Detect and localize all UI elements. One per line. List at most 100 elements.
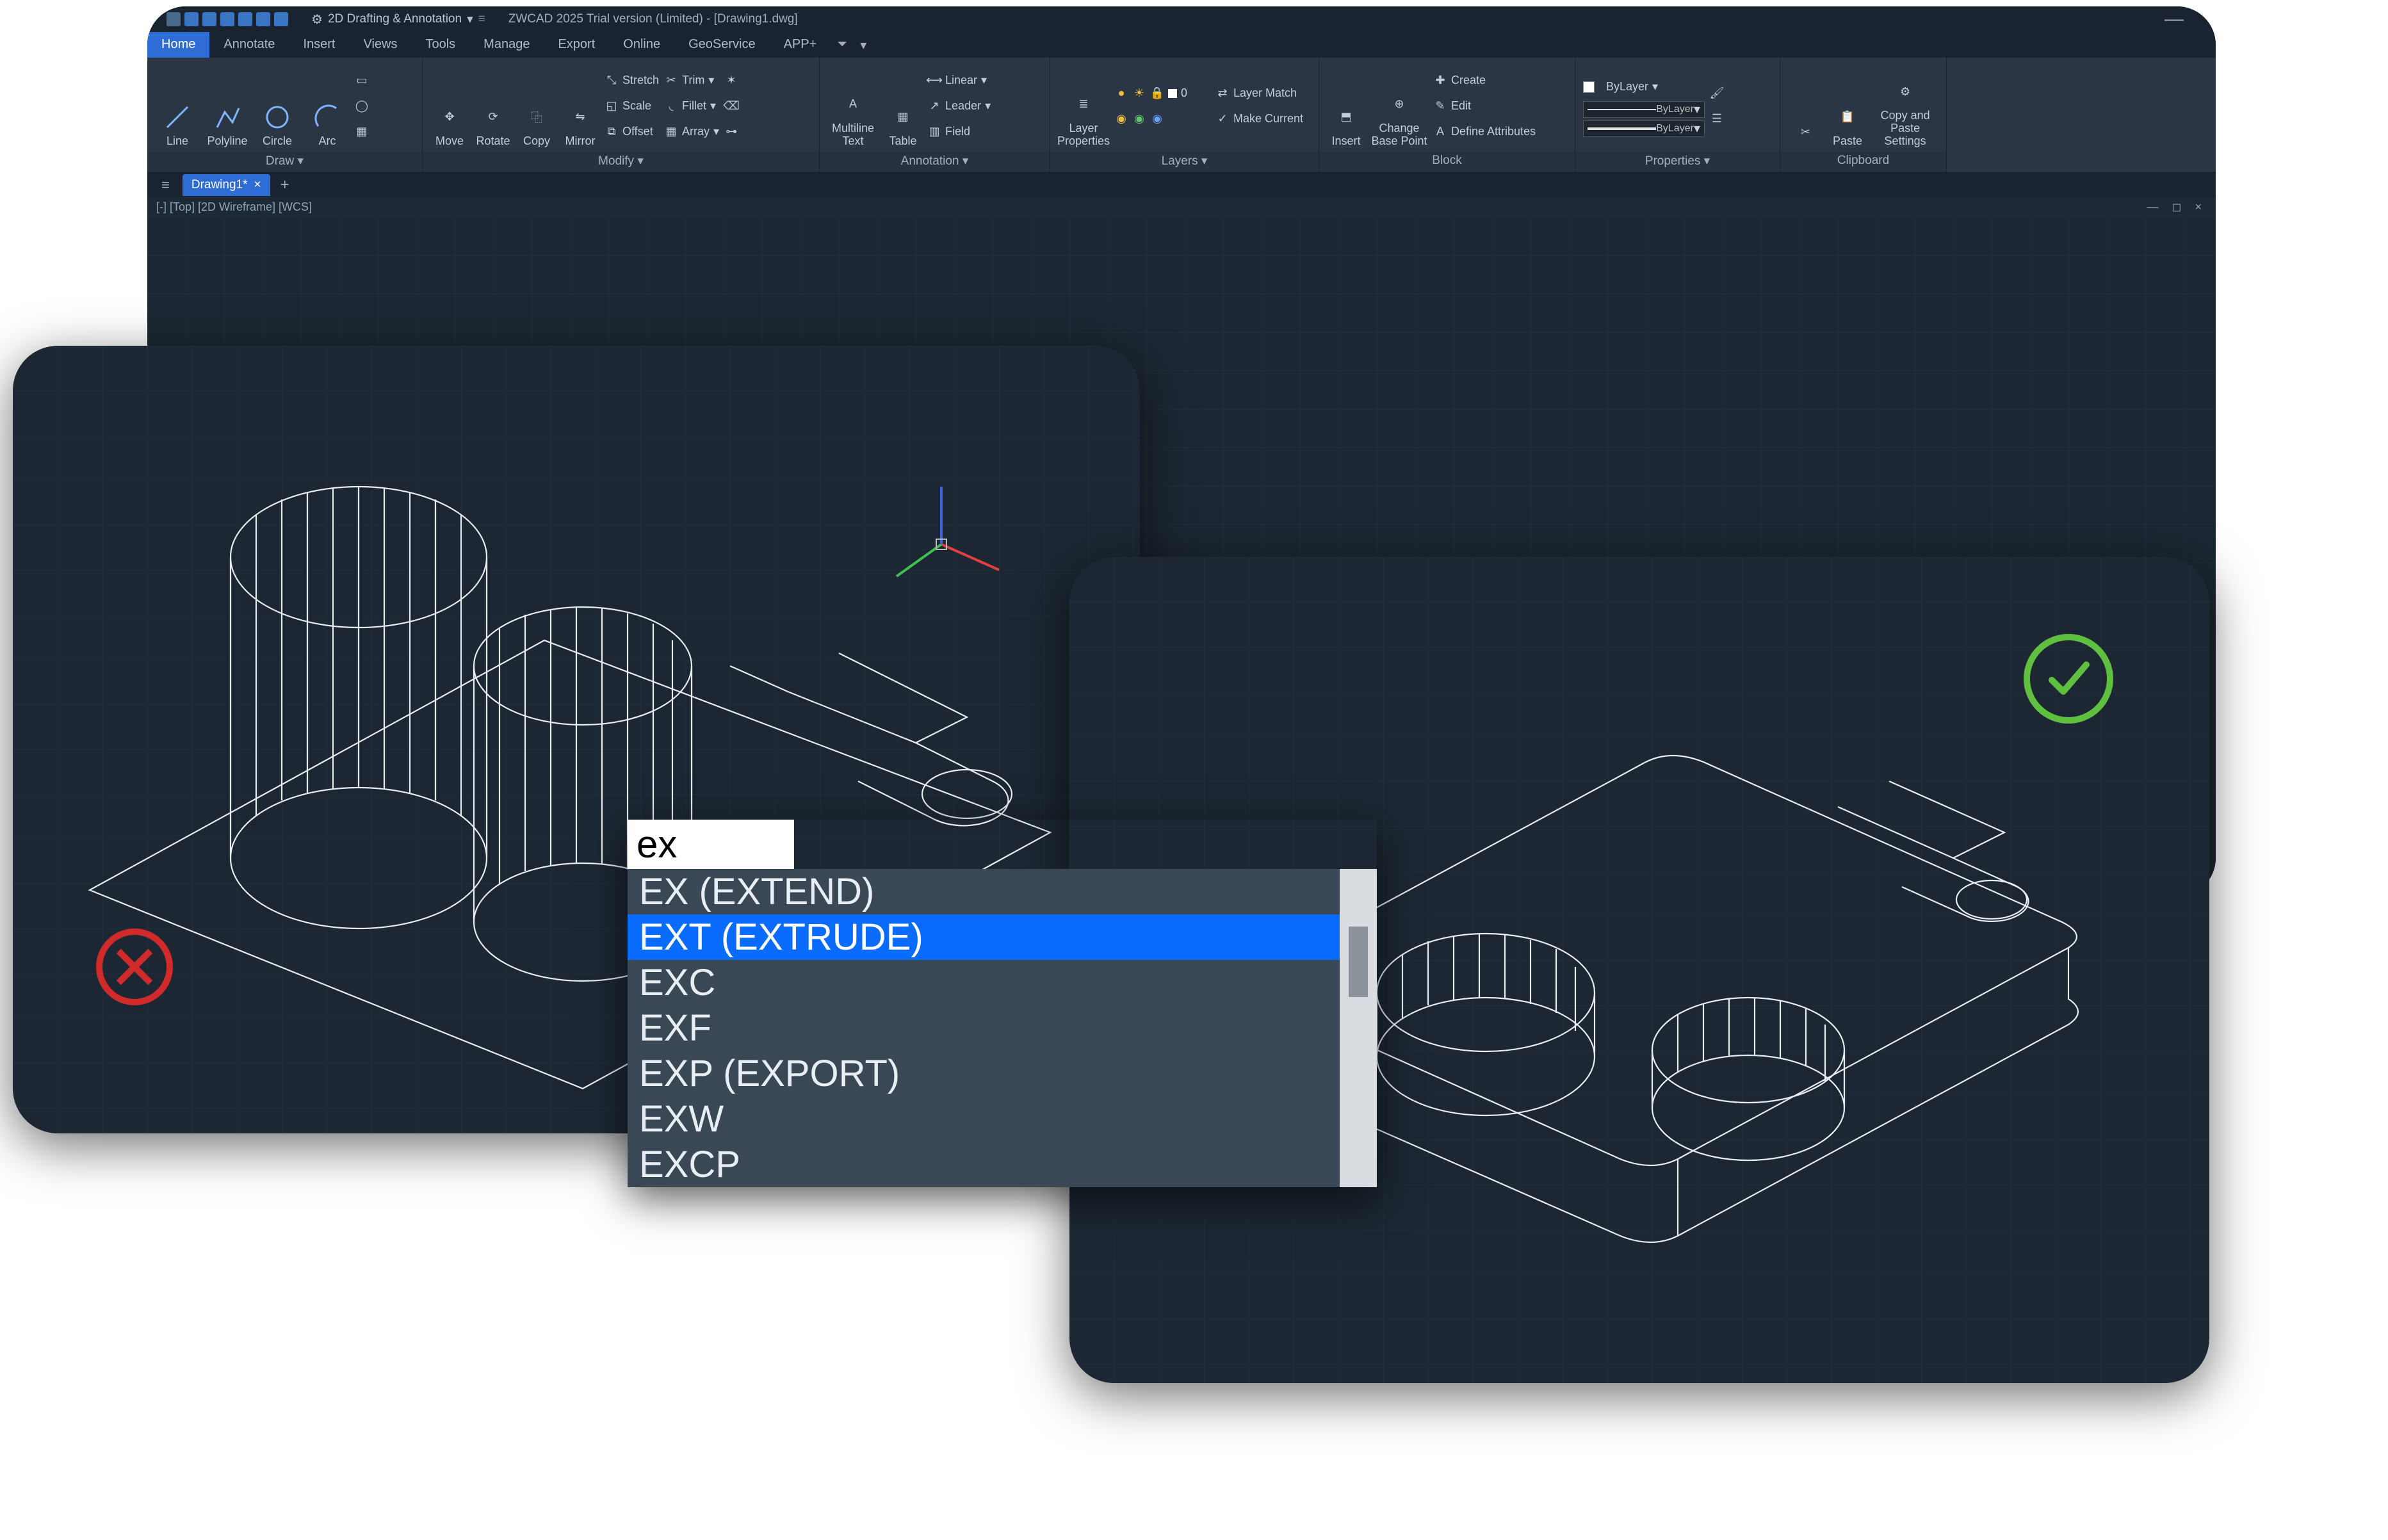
arc-icon xyxy=(312,102,343,133)
draw-extra2-button[interactable]: ◯ xyxy=(355,95,369,118)
layer-dropdown[interactable]: ● ☀ 🔒 0 xyxy=(1114,82,1210,105)
leader-button[interactable]: ↗Leader ▾ xyxy=(927,95,991,118)
match-props-button[interactable]: 🖌 xyxy=(1710,82,1724,105)
workspace-selector[interactable]: ⚙ 2D Drafting & Annotation ▾ ≡ xyxy=(311,12,485,28)
cmd-suggestion[interactable]: EXF xyxy=(628,1005,1340,1051)
modify-extra2-button[interactable]: ⌫ xyxy=(724,95,738,118)
tab-tools[interactable]: Tools xyxy=(411,32,469,58)
cut-button[interactable]: ✂ xyxy=(1788,65,1823,148)
change-basepoint-button[interactable]: ⊕Change Base Point xyxy=(1370,65,1428,148)
minimize-button[interactable]: — xyxy=(2165,8,2197,30)
list-props-button[interactable]: ☰ xyxy=(1710,108,1724,131)
layerprops-button[interactable]: ≣Layer Properties xyxy=(1058,65,1109,148)
linear-button[interactable]: ⟷Linear ▾ xyxy=(927,69,991,92)
circle-button[interactable]: Circle xyxy=(255,65,300,148)
arc-button[interactable]: Arc xyxy=(305,65,350,148)
modify-extra1-button[interactable]: ✶ xyxy=(724,69,738,92)
erase-icon: ⌫ xyxy=(724,99,738,113)
tab-manage[interactable]: Manage xyxy=(469,32,544,58)
insert-button[interactable]: ⬒Insert xyxy=(1327,65,1365,148)
move-button[interactable]: ✥Move xyxy=(430,65,469,148)
doc-tab-drawing1[interactable]: Drawing1* × xyxy=(183,174,270,196)
color-dropdown[interactable]: ByLayer ▾ xyxy=(1583,76,1705,99)
doc-menu-icon[interactable]: ≡ xyxy=(154,177,177,193)
paste-icon: 📋 xyxy=(1832,102,1863,133)
command-input[interactable]: ex xyxy=(628,820,794,869)
polyline-button[interactable]: Polyline xyxy=(205,65,250,148)
offset-icon: ⧉ xyxy=(605,125,619,139)
scrollbar-thumb[interactable] xyxy=(1349,927,1368,997)
copy-button[interactable]: ⿻Copy xyxy=(517,65,556,148)
tab-insert[interactable]: Insert xyxy=(289,32,349,58)
line-icon xyxy=(162,102,193,133)
tab-views[interactable]: Views xyxy=(349,32,411,58)
tab-online[interactable]: Online xyxy=(609,32,674,58)
trim-icon: ✂ xyxy=(664,74,678,88)
panel-layers: ≣Layer Properties ● ☀ 🔒 0 ◉ ◉ ◉ xyxy=(1050,58,1319,172)
tab-annotate[interactable]: Annotate xyxy=(209,32,289,58)
close-tab-icon[interactable]: × xyxy=(254,178,261,192)
sun-icon: ☀ xyxy=(1132,86,1146,101)
viewport-controls[interactable]: — ◻ × xyxy=(2147,200,2207,214)
cmd-suggestion[interactable]: EXCP xyxy=(628,1142,1340,1187)
ribbon-tabs: Home Annotate Insert Views Tools Manage … xyxy=(147,32,2216,58)
offset-button[interactable]: ⧉Offset xyxy=(605,120,659,143)
block-create-button[interactable]: ✚Create xyxy=(1433,69,1536,92)
qat-redo-icon[interactable] xyxy=(274,12,288,26)
stretch-button[interactable]: ⤡Stretch xyxy=(605,69,659,92)
tab-home[interactable]: Home xyxy=(147,32,209,58)
paste-button[interactable]: 📋Paste xyxy=(1828,65,1867,148)
join-icon: ⊶ xyxy=(724,125,738,139)
mtext-button[interactable]: AMultiline Text xyxy=(827,65,879,148)
chevron-down-icon: ▾ xyxy=(467,12,473,27)
new-tab-button[interactable]: + xyxy=(275,176,295,194)
make-current-button[interactable]: ✓Make Current xyxy=(1215,108,1303,131)
mirror-button[interactable]: ⇋Mirror xyxy=(561,65,599,148)
copy-icon: ⿻ xyxy=(521,102,552,133)
move-icon: ✥ xyxy=(434,102,465,133)
cmd-suggestion[interactable]: EXW xyxy=(628,1096,1340,1142)
array-icon: ▦ xyxy=(664,125,678,139)
line-button[interactable]: Line xyxy=(155,65,200,148)
cmd-suggestion[interactable]: EXP (EXPORT) xyxy=(628,1051,1340,1096)
lineweight-dropdown[interactable]: ByLayer ▾ xyxy=(1583,120,1705,137)
qat-open-icon[interactable] xyxy=(202,12,216,26)
panel-clipboard: ✂ 📋Paste ⚙Copy and Paste Settings Clipbo… xyxy=(1780,58,1947,172)
field-button[interactable]: ▥Field xyxy=(927,120,991,143)
qat-print-icon[interactable] xyxy=(238,12,252,26)
trim-button[interactable]: ✂Trim ▾ xyxy=(664,69,719,92)
layer-match-button[interactable]: ⇄Layer Match xyxy=(1215,82,1303,105)
panel-properties-title: Properties ▾ xyxy=(1575,152,1780,172)
stretch-icon: ⤡ xyxy=(605,74,619,88)
ribbon-overflow-icon[interactable]: ⏷ xyxy=(831,32,854,58)
rotate-icon: ⟳ xyxy=(478,102,508,133)
draw-extra1-button[interactable]: ▭ xyxy=(355,69,369,92)
viewport-label[interactable]: [-] [Top] [2D Wireframe] [WCS] xyxy=(156,200,312,214)
modify-extra3-button[interactable]: ⊶ xyxy=(724,120,738,143)
cmd-suggestion[interactable]: EX (EXTEND) xyxy=(628,869,1340,914)
qat-new-icon[interactable] xyxy=(184,12,199,26)
define-attr-button[interactable]: ADefine Attributes xyxy=(1433,120,1536,143)
ribbon-collapse-icon[interactable]: ▾ xyxy=(854,32,873,58)
draw-extra3-button[interactable]: ▦ xyxy=(355,120,369,143)
cmd-suggestion-selected[interactable]: EXT (EXTRUDE) xyxy=(628,914,1340,960)
scale-button[interactable]: ◱Scale xyxy=(605,95,659,118)
tab-geoservice[interactable]: GeoService xyxy=(674,32,770,58)
cmd-suggestion[interactable]: EXC xyxy=(628,960,1340,1005)
layer-states-row[interactable]: ◉ ◉ ◉ xyxy=(1114,108,1210,131)
tab-app[interactable]: APP+ xyxy=(770,32,831,58)
copy-paste-settings-button[interactable]: ⚙Copy and Paste Settings xyxy=(1872,65,1938,148)
linetype-dropdown[interactable]: ByLayer ▾ xyxy=(1583,101,1705,118)
cut-icon: ✂ xyxy=(1790,117,1821,148)
fillet-button[interactable]: ◟Fillet ▾ xyxy=(664,95,719,118)
table-button[interactable]: ▦Table xyxy=(884,65,922,148)
qat-save-icon[interactable] xyxy=(220,12,234,26)
state-icon-2: ◉ xyxy=(1132,112,1146,126)
rotate-button[interactable]: ⟳Rotate xyxy=(474,65,512,148)
qat-undo-icon[interactable] xyxy=(256,12,270,26)
array-button[interactable]: ▦Array ▾ xyxy=(664,120,719,143)
scrollbar[interactable] xyxy=(1340,869,1377,1187)
block-edit-button[interactable]: ✎Edit xyxy=(1433,95,1536,118)
ucs-gizmo[interactable] xyxy=(877,480,1005,608)
tab-export[interactable]: Export xyxy=(544,32,609,58)
